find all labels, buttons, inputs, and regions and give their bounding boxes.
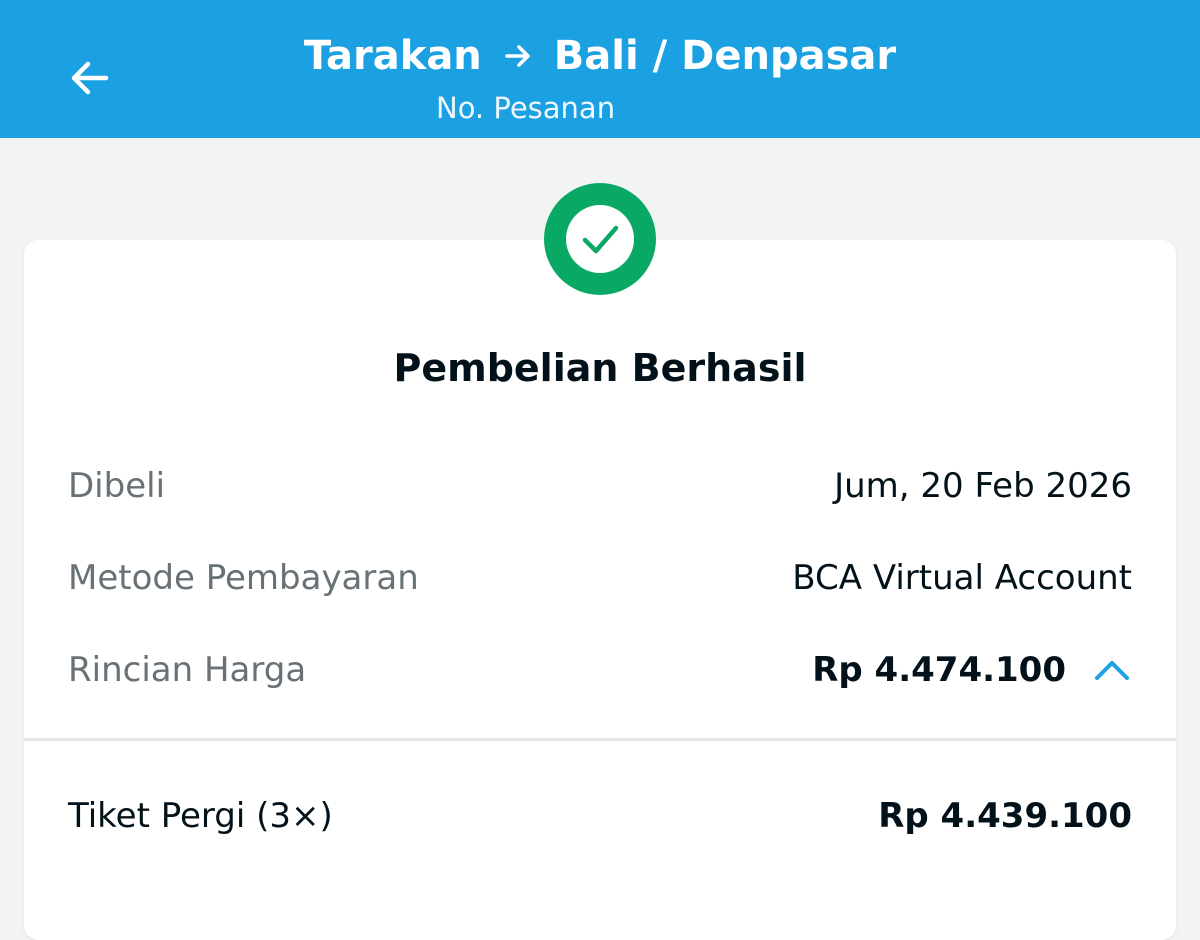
check-circle-icon (582, 225, 619, 254)
chevron-up-icon (1095, 661, 1129, 680)
purchased-label: Dibeli (68, 466, 166, 506)
total-price: Rp 4.474.100 (812, 650, 1066, 690)
price-details-row[interactable]: Rincian Harga Rp 4.474.100 (68, 640, 1132, 700)
purchased-value: Jum, 20 Feb 2026 (834, 466, 1132, 506)
route-title: Tarakan Bali / Denpasar (0, 30, 1200, 82)
top-app-bar: Tarakan Bali / Denpasar No. Pesanan (0, 0, 1200, 138)
status-title: Pembelian Berhasil (393, 346, 807, 390)
collapse-price-button[interactable] (1092, 650, 1132, 690)
payment-method-value: BCA Virtual Account (792, 558, 1132, 598)
purchase-summary-card: Pembelian Berhasil Dibeli Jum, 20 Feb 20… (24, 240, 1176, 940)
breakdown-item-label: Tiket Pergi (3×) (68, 796, 333, 836)
payment-method-row: Metode Pembayaran BCA Virtual Account (68, 548, 1132, 608)
order-number-label: No. Pesanan (436, 91, 616, 125)
breakdown-row: Tiket Pergi (3×) Rp 4.439.100 (68, 786, 1132, 846)
section-divider (24, 738, 1176, 741)
origin-city: Tarakan (303, 33, 482, 79)
destination-city: Bali / Denpasar (553, 33, 897, 79)
price-details-label: Rincian Harga (68, 650, 307, 690)
breakdown-item-value: Rp 4.439.100 (878, 796, 1132, 836)
arrow-right-icon (504, 42, 532, 70)
payment-method-label: Metode Pembayaran (68, 558, 419, 598)
purchased-date-row: Dibeli Jum, 20 Feb 2026 (68, 456, 1132, 516)
success-badge (544, 183, 656, 295)
